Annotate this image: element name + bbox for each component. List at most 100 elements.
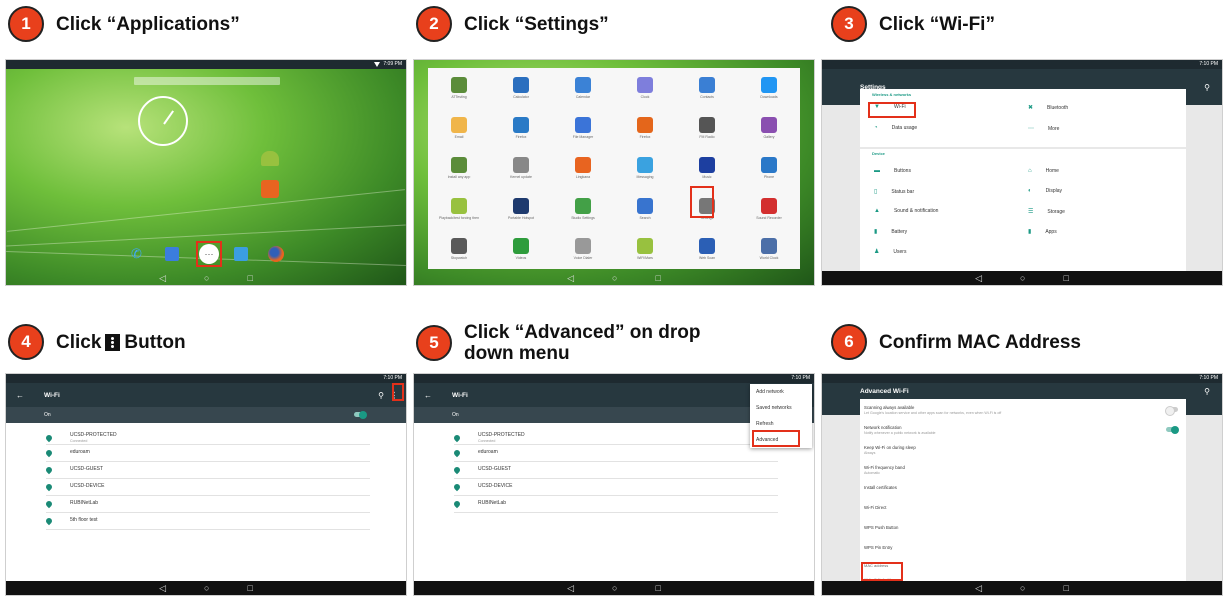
back-triangle-icon[interactable]: ◁ bbox=[975, 583, 982, 593]
app-clock[interactable]: Clock bbox=[614, 68, 676, 108]
back-arrow-icon[interactable]: ← bbox=[16, 391, 24, 400]
wifi-toggle[interactable] bbox=[354, 410, 367, 419]
back-triangle-icon[interactable]: ◁ bbox=[159, 274, 166, 283]
recents-square-icon[interactable]: □ bbox=[655, 583, 660, 593]
menu-add-network[interactable]: Add network bbox=[750, 384, 812, 400]
app-music[interactable]: Music bbox=[676, 148, 738, 188]
screen-settings: 7:10 PM Settings ⚲ Wireless & networks ▼… bbox=[821, 59, 1223, 286]
app-install-any-app[interactable]: Install any app bbox=[428, 148, 490, 188]
advanced-item[interactable]: Keep Wi-Fi on during sleep Always bbox=[864, 445, 1186, 455]
back-triangle-icon[interactable]: ◁ bbox=[975, 273, 982, 283]
advanced-item[interactable]: Wi-Fi Direct bbox=[864, 505, 1186, 511]
home-circle-icon[interactable]: ○ bbox=[612, 583, 617, 593]
wifi-network-item[interactable]: eduroam bbox=[44, 448, 406, 457]
step-2-badge: 2 bbox=[416, 6, 452, 42]
analog-clock-widget[interactable] bbox=[138, 96, 188, 146]
users-item[interactable]: ♟ Users bbox=[874, 248, 1186, 256]
app-videos[interactable]: Videos bbox=[490, 229, 552, 269]
notification-toggle[interactable] bbox=[1166, 425, 1179, 434]
back-triangle-icon[interactable]: ◁ bbox=[567, 273, 574, 283]
app-firefox[interactable]: Firefox bbox=[614, 108, 676, 148]
app-firefox[interactable]: Firefox bbox=[490, 108, 552, 148]
app-web-scan[interactable]: Web Scan bbox=[676, 229, 738, 269]
app-contacts[interactable]: Contacts bbox=[676, 68, 738, 108]
search-icon[interactable]: ⚲ bbox=[378, 391, 384, 400]
recents-square-icon[interactable]: □ bbox=[655, 273, 660, 283]
app-attesting[interactable]: ATTesting bbox=[428, 68, 490, 108]
search-icon[interactable]: ⚲ bbox=[1204, 387, 1210, 396]
scanning-toggle[interactable] bbox=[1165, 405, 1178, 416]
app-wifi-mars[interactable]: WiFi/Mars bbox=[614, 229, 676, 269]
app-calendar[interactable]: Calendar bbox=[552, 68, 614, 108]
firefox-icon[interactable] bbox=[268, 246, 284, 262]
wifi-network-item[interactable]: UCSD-GUEST bbox=[44, 465, 406, 474]
wifi-network-item[interactable]: 5th floor test bbox=[44, 516, 406, 525]
app-downloads[interactable]: Downloads bbox=[738, 68, 800, 108]
recents-square-icon[interactable]: □ bbox=[247, 583, 252, 593]
back-triangle-icon[interactable]: ◁ bbox=[567, 583, 574, 593]
more-item[interactable]: ⋯ More bbox=[1028, 125, 1186, 133]
advanced-item[interactable]: Install certificates bbox=[864, 485, 1186, 491]
home-circle-icon[interactable]: ○ bbox=[612, 273, 617, 283]
app-search[interactable]: Search bbox=[614, 189, 676, 229]
recents-square-icon[interactable]: □ bbox=[1063, 273, 1068, 283]
google-search-bar[interactable] bbox=[134, 77, 280, 85]
wifi-network-item[interactable]: UCSD-DEVICE bbox=[452, 482, 814, 491]
app-calculator[interactable]: Calculator bbox=[490, 68, 552, 108]
bluetooth-item[interactable]: ✖ Bluetooth bbox=[1028, 104, 1186, 112]
app-messaging[interactable]: Messaging bbox=[614, 148, 676, 188]
home-circle-icon[interactable]: ○ bbox=[204, 274, 209, 283]
recents-square-icon[interactable]: □ bbox=[247, 274, 252, 283]
app-world-clock[interactable]: World Clock bbox=[738, 229, 800, 269]
app-portable-hotspot[interactable]: Portable Hotspot bbox=[490, 189, 552, 229]
back-arrow-icon[interactable]: ← bbox=[424, 391, 432, 400]
android-app-icon[interactable] bbox=[261, 151, 279, 166]
app-label: Sound Recorder bbox=[756, 215, 782, 220]
advanced-item[interactable]: WPS Push Button bbox=[864, 525, 1186, 531]
home-circle-icon[interactable]: ○ bbox=[1020, 583, 1025, 593]
app-file-manager[interactable]: File Manager bbox=[552, 108, 614, 148]
overflow-highlight bbox=[392, 383, 404, 401]
apps-item[interactable]: ▮ Apps bbox=[1028, 228, 1186, 236]
home-circle-icon[interactable]: ○ bbox=[204, 583, 209, 593]
step-4-badge: 4 bbox=[8, 324, 44, 360]
menu-saved-networks[interactable]: Saved networks bbox=[750, 400, 812, 416]
app-playback-test-forcing-then[interactable]: Playback/test forcing then bbox=[428, 189, 490, 229]
app-icon bbox=[637, 77, 653, 94]
advanced-item[interactable]: WPS Pin Entry bbox=[864, 545, 1186, 551]
storage-item[interactable]: ☰ Storage bbox=[1028, 208, 1186, 216]
display-item[interactable]: ◐ Display bbox=[1028, 188, 1186, 194]
home-item[interactable]: ⌂ Home bbox=[1028, 168, 1186, 174]
advanced-item[interactable]: Scanning always available Let Google's lo… bbox=[864, 405, 1186, 415]
app-icon bbox=[575, 77, 591, 94]
nav-bar: ◁ ○ □ bbox=[6, 272, 406, 285]
app-icon bbox=[637, 117, 653, 134]
phone-icon[interactable]: ✆ bbox=[131, 247, 145, 261]
app-label: Install any app bbox=[447, 175, 471, 180]
wifi-network-item[interactable]: UCSD-GUEST bbox=[452, 465, 814, 474]
app-voice-dialer[interactable]: Voice Dialer bbox=[552, 229, 614, 269]
app-gallery[interactable]: Gallery bbox=[738, 108, 800, 148]
wifi-network-item[interactable]: RUBINetLab bbox=[44, 499, 406, 508]
app-kernel-update[interactable]: Kernel update bbox=[490, 148, 552, 188]
home-circle-icon[interactable]: ○ bbox=[1020, 273, 1025, 283]
wifi-network-item[interactable]: eduroam bbox=[452, 448, 814, 457]
messaging-icon[interactable] bbox=[234, 247, 248, 261]
wifi-network-item[interactable]: RUBINetLab bbox=[452, 499, 814, 508]
back-triangle-icon[interactable]: ◁ bbox=[159, 583, 166, 593]
app-lingkana[interactable]: Lingkana bbox=[552, 148, 614, 188]
recents-square-icon[interactable]: □ bbox=[1063, 583, 1068, 593]
wifi-network-item[interactable]: UCSD-DEVICE bbox=[44, 482, 406, 491]
lingkana-app-icon[interactable] bbox=[261, 180, 279, 198]
advanced-item[interactable]: Wi-Fi frequency band Automatic bbox=[864, 465, 1186, 475]
wifi-network-item[interactable]: UCSD-PROTECTED Connected bbox=[44, 432, 406, 443]
contacts-icon[interactable] bbox=[165, 247, 179, 261]
advanced-item[interactable]: Network notification Notify whenever a pu… bbox=[864, 425, 1186, 435]
search-icon[interactable]: ⚲ bbox=[1204, 83, 1210, 92]
app-sound-recorder[interactable]: Sound Recorder bbox=[738, 189, 800, 229]
app-stopwatch[interactable]: Stopwatch bbox=[428, 229, 490, 269]
app-email[interactable]: Email bbox=[428, 108, 490, 148]
app-phone[interactable]: Phone bbox=[738, 148, 800, 188]
app-fm-radio[interactable]: FM Radio bbox=[676, 108, 738, 148]
app-studio-settings[interactable]: Studio Settings bbox=[552, 189, 614, 229]
